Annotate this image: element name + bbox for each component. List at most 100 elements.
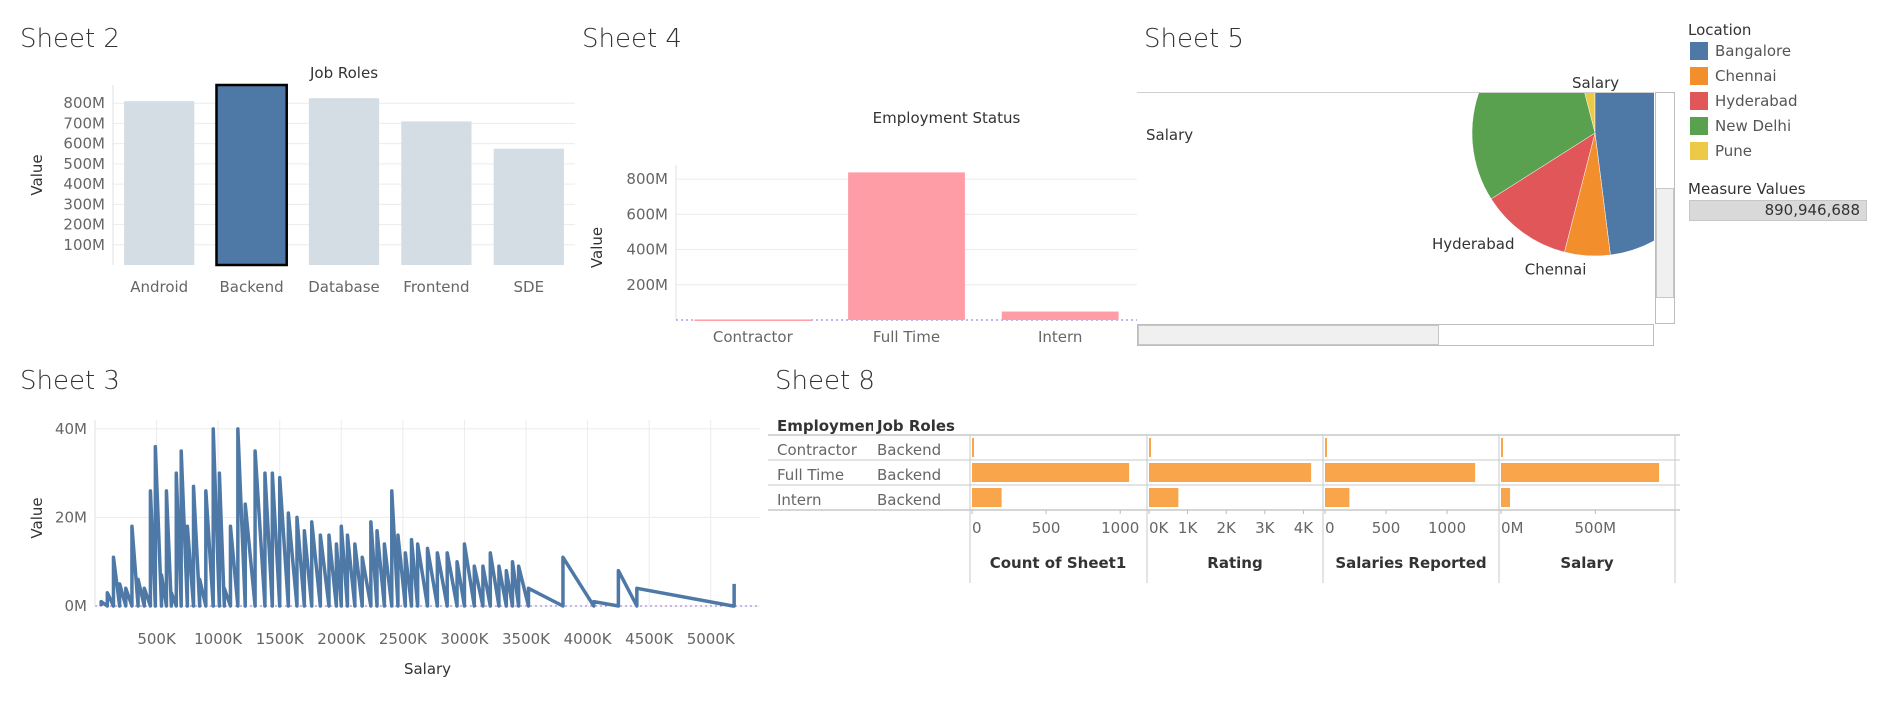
measure-values-value: 890,946,688 xyxy=(1764,201,1860,219)
sheet-5-title: Sheet 5 xyxy=(1144,24,1244,54)
x-tick-label: Intern xyxy=(1038,328,1082,346)
x-tick-label: 0M xyxy=(1501,519,1524,537)
y-tick-label: 0M xyxy=(65,597,88,615)
salary-line-chart[interactable]: 500K 1000K 1500K 2000K 2500K 3000K 3500K 4000K 4… xyxy=(20,408,765,683)
sheet8-bar-table[interactable]: 0 500 1000 Count of Sheet1 0K 1K 2K 3K 4K Rating 0… xyxy=(768,430,1680,590)
legend-swatch xyxy=(1690,67,1708,85)
bar-salaries-reported[interactable] xyxy=(1325,488,1350,507)
bar-salaries-reported[interactable] xyxy=(1325,438,1327,457)
scrollbar-thumb[interactable] xyxy=(1656,188,1674,298)
bar-frontend[interactable] xyxy=(401,121,472,265)
bar-count-of-sheet1[interactable] xyxy=(972,438,974,457)
x-tick-label: 5000K xyxy=(687,630,736,648)
pie-vertical-scrollbar[interactable] xyxy=(1655,92,1675,324)
y-axis-label: Value xyxy=(28,497,46,538)
y-tick-label: 400M xyxy=(626,241,668,259)
x-tick-label: Frontend xyxy=(403,278,469,296)
sheet-8-title: Sheet 8 xyxy=(775,366,875,396)
chart-title: Employment Status xyxy=(873,109,1021,127)
y-axis-label: Value xyxy=(28,154,46,195)
y-tick-label: 800M xyxy=(63,94,105,112)
legend-item-hyderabad[interactable]: Hyderabad xyxy=(1690,92,1798,110)
bar-sde[interactable] xyxy=(493,148,564,265)
x-tick-label: 3500K xyxy=(502,630,551,648)
salary-pie-chart[interactable]: Chennai Hyderabad xyxy=(1137,93,1654,325)
legend-swatch xyxy=(1690,142,1708,160)
legend-swatch xyxy=(1690,92,1708,110)
legend-label: New Delhi xyxy=(1715,117,1792,135)
legend-item-new-delhi[interactable]: New Delhi xyxy=(1690,117,1791,135)
panel-axis-label: Salaries Reported xyxy=(1335,554,1486,572)
bar-count-of-sheet1[interactable] xyxy=(972,463,1130,482)
bar-salaries-reported[interactable] xyxy=(1325,463,1476,482)
x-tick-label: 0K xyxy=(1149,519,1170,537)
x-tick-label: 4000K xyxy=(564,630,613,648)
x-axis-label: Salary xyxy=(404,660,451,678)
legend-label: Hyderabad xyxy=(1715,92,1798,110)
x-tick-label: 0 xyxy=(1325,519,1335,537)
job-roles-chart[interactable]: Job Roles 100M 200M 300M 400M 500M 600M 700M 800… xyxy=(20,65,575,355)
x-tick-label: 500 xyxy=(1032,519,1061,537)
y-tick-label: 300M xyxy=(63,195,105,213)
measure-values-slider[interactable]: 890,946,688 xyxy=(1689,200,1867,221)
x-tick-label: Android xyxy=(130,278,188,296)
legend-item-bangalore[interactable]: Bangalore xyxy=(1690,42,1791,60)
legend-item-chennai[interactable]: Chennai xyxy=(1690,67,1777,85)
x-tick-label: SDE xyxy=(514,278,545,296)
y-tick-label: 500M xyxy=(63,155,105,173)
x-tick-label: 3000K xyxy=(440,630,489,648)
y-tick-label: 20M xyxy=(55,508,87,526)
measure-values-title: Measure Values xyxy=(1688,180,1806,198)
bar-rating[interactable] xyxy=(1149,488,1179,507)
bar-salary[interactable] xyxy=(1501,438,1503,457)
y-tick-label: 100M xyxy=(63,236,105,254)
bar-android[interactable] xyxy=(124,101,195,265)
bar-salary[interactable] xyxy=(1501,463,1660,482)
panel-axis-label: Rating xyxy=(1207,554,1262,572)
y-tick-label: 200M xyxy=(626,276,668,294)
y-tick-label: 40M xyxy=(55,420,87,438)
salary-pie-panel: Chennai Hyderabad xyxy=(1137,92,1654,326)
x-tick-label: 500 xyxy=(1372,519,1401,537)
employment-status-chart[interactable]: Employment Status 200M 400M 600M 800M Value Co… xyxy=(582,105,1137,355)
y-tick-label: 700M xyxy=(63,114,105,132)
bar-backend[interactable] xyxy=(215,83,288,267)
x-tick-label: 500K xyxy=(137,630,177,648)
legend-swatch xyxy=(1690,42,1708,60)
x-tick-label: Backend xyxy=(220,278,284,296)
x-tick-label: 500M xyxy=(1575,519,1617,537)
panel-axis-label: Count of Sheet1 xyxy=(990,554,1127,572)
bar-count-of-sheet1[interactable] xyxy=(972,488,1002,507)
legend-item-pune[interactable]: Pune xyxy=(1690,142,1752,160)
x-tick-label: 4K xyxy=(1294,519,1315,537)
x-tick-label: Contractor xyxy=(713,328,794,346)
bar-intern[interactable] xyxy=(1001,311,1119,320)
legend-label: Pune xyxy=(1715,142,1753,160)
y-tick-label: 600M xyxy=(63,135,105,153)
x-tick-label: 3K xyxy=(1255,519,1276,537)
scrollbar-thumb[interactable] xyxy=(1138,325,1439,345)
bar-rating[interactable] xyxy=(1149,463,1312,482)
y-axis-label: Value xyxy=(588,227,606,268)
pie-label: Hyderabad xyxy=(1432,235,1515,253)
bar-database[interactable] xyxy=(308,98,380,265)
panel-axis-label: Salary xyxy=(1560,554,1614,572)
location-legend-title: Location xyxy=(1688,21,1752,39)
x-tick-label: 0 xyxy=(972,519,982,537)
sheet-4-title: Sheet 4 xyxy=(582,24,682,54)
y-tick-label: 800M xyxy=(626,170,668,188)
legend-swatch xyxy=(1690,117,1708,135)
x-tick-label: 2000K xyxy=(317,630,366,648)
bar-contractor[interactable] xyxy=(694,319,812,321)
x-tick-label: 1000 xyxy=(1101,519,1139,537)
bar-salary[interactable] xyxy=(1501,488,1511,507)
x-tick-label: 1500K xyxy=(256,630,305,648)
bar-full-time[interactable] xyxy=(848,172,965,320)
legend-label: Bangalore xyxy=(1715,42,1792,60)
pie-horizontal-scrollbar[interactable] xyxy=(1137,324,1654,346)
y-tick-label: 200M xyxy=(63,216,105,234)
legend-label: Chennai xyxy=(1715,67,1777,85)
bar-rating[interactable] xyxy=(1149,438,1151,457)
x-tick-label: 2500K xyxy=(379,630,428,648)
chart-title: Job Roles xyxy=(309,65,378,82)
